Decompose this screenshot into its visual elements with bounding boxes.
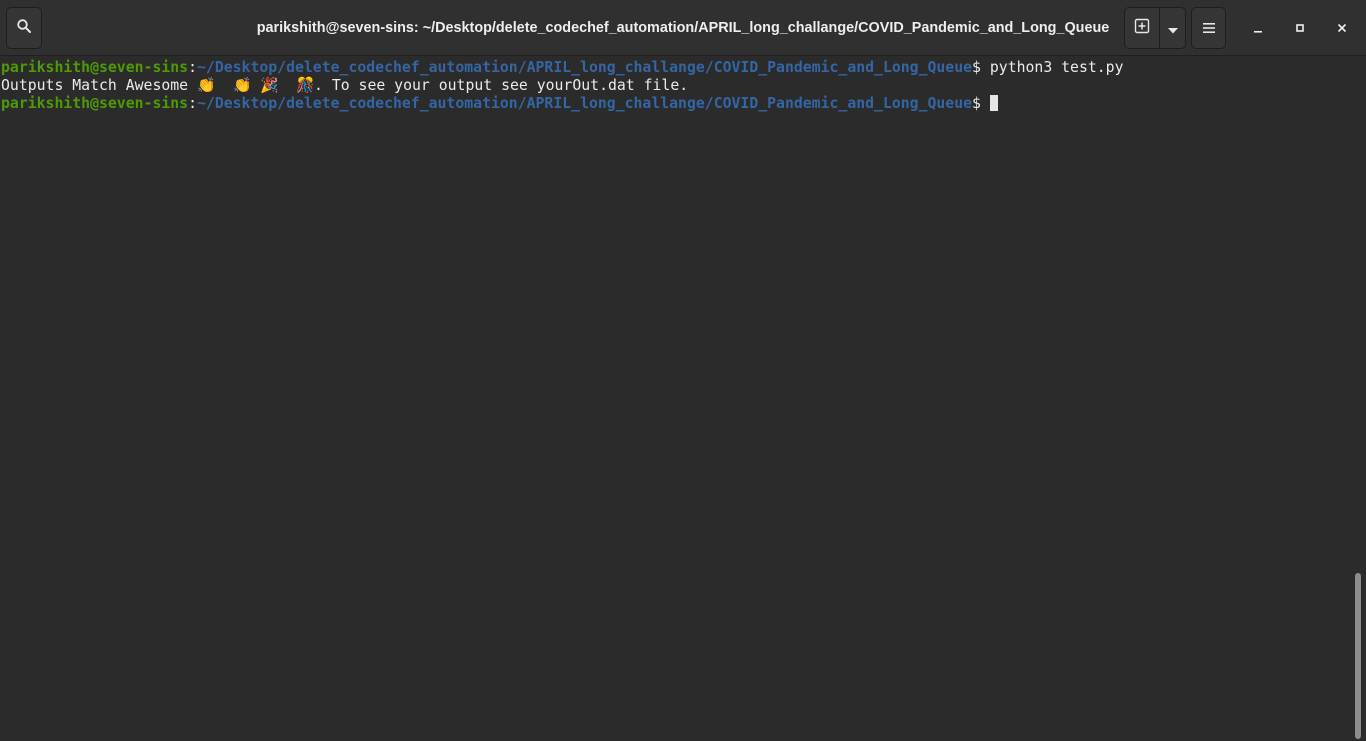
hamburger-menu-icon — [1202, 19, 1216, 38]
prompt-user: parikshith@seven-sins — [1, 95, 189, 112]
prompt-symbol: $ — [972, 59, 990, 76]
command-text: python3 test.py — [989, 59, 1124, 76]
terminal-cursor — [989, 95, 998, 111]
terminal-line: parikshith@seven-sins:~/Desktop/delete_c… — [1, 59, 1124, 77]
prompt-user: parikshith@seven-sins — [1, 59, 189, 76]
prompt-separator: : — [188, 95, 197, 112]
chevron-down-icon — [1167, 19, 1178, 38]
terminal-output[interactable]: parikshith@seven-sins:~/Desktop/delete_c… — [0, 56, 1366, 741]
close-button[interactable] — [1328, 14, 1356, 42]
search-button[interactable] — [6, 7, 42, 49]
new-tab-icon — [1134, 18, 1150, 38]
new-tab-split-button — [1124, 7, 1186, 49]
output-text: . To see your output see yourOut.dat fil… — [314, 77, 689, 94]
scrollbar[interactable] — [1355, 573, 1361, 739]
window-title: parikshith@seven-sins: ~/Desktop/delete_… — [256, 20, 1110, 36]
maximize-icon — [1294, 19, 1306, 38]
party-popper-icon: 🎉 — [260, 77, 279, 94]
close-icon — [1336, 19, 1348, 38]
header-bar: parikshith@seven-sins: ~/Desktop/delete_… — [0, 0, 1366, 56]
terminal-window: parikshith@seven-sins: ~/Desktop/delete_… — [0, 0, 1366, 741]
main-menu-button[interactable] — [1191, 7, 1226, 49]
maximize-button[interactable] — [1286, 14, 1314, 42]
prompt-path: ~/Desktop/delete_codechef_automation/APR… — [197, 59, 973, 76]
prompt-separator: : — [188, 59, 197, 76]
new-tab-button[interactable] — [1125, 8, 1161, 48]
minimize-icon — [1252, 19, 1264, 38]
output-text: Outputs Match Awesome — [1, 77, 197, 94]
search-icon — [16, 18, 32, 38]
prompt-symbol: $ — [972, 95, 990, 112]
clapping-hands-icon: 👏 — [233, 77, 252, 94]
clapping-hands-icon: 👏 — [197, 77, 216, 94]
new-tab-dropdown-button[interactable] — [1160, 8, 1185, 48]
minimize-button[interactable] — [1244, 14, 1272, 42]
terminal-line: Outputs Match Awesome 👏 👏 🎉 🎊. To see your … — [1, 77, 688, 95]
prompt-path: ~/Desktop/delete_codechef_automation/APR… — [197, 95, 973, 112]
terminal-line: parikshith@seven-sins:~/Desktop/delete_c… — [1, 95, 998, 113]
confetti-ball-icon: 🎊 — [296, 77, 315, 94]
